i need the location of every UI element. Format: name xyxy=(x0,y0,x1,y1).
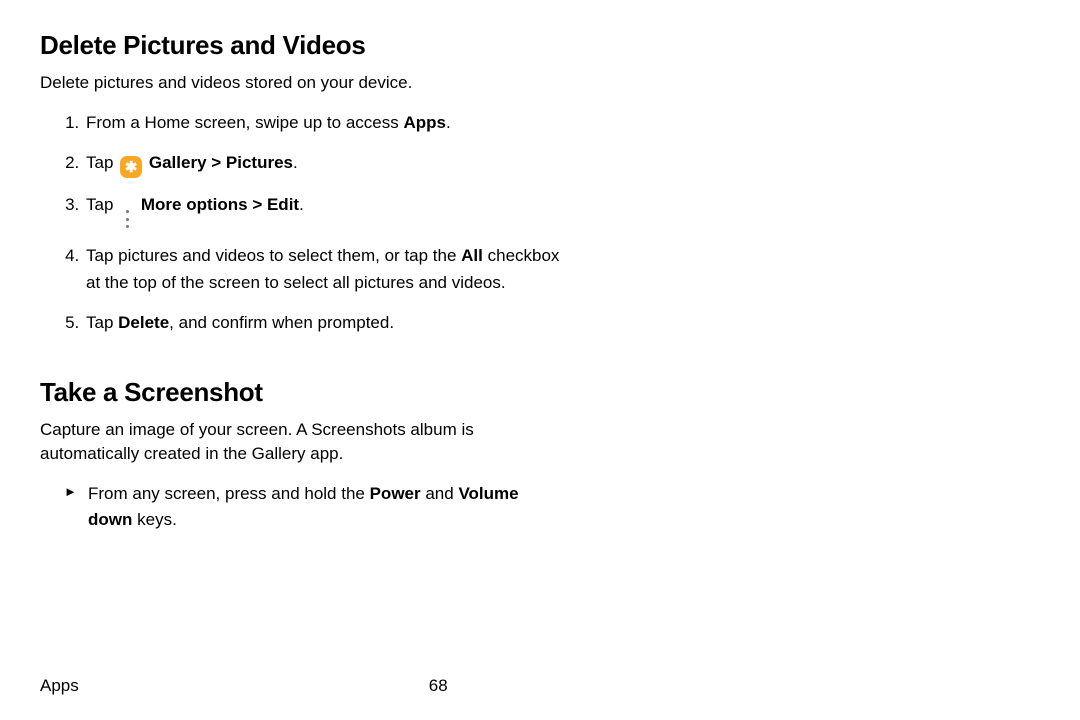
all-label: All xyxy=(461,246,483,265)
apps-label: Apps xyxy=(403,113,446,132)
intro-screenshot: Capture an image of your screen. A Scree… xyxy=(40,418,560,467)
text: . xyxy=(299,195,304,214)
text: . xyxy=(293,153,298,172)
text: From a Home screen, swipe up to access xyxy=(86,113,403,132)
chevron: > xyxy=(248,195,267,214)
page-footer: Apps 68 xyxy=(40,676,560,696)
text: Tap xyxy=(86,153,118,172)
step-2: Tap ✱ Gallery > Pictures. xyxy=(84,150,560,179)
screenshot-step-1: From any screen, press and hold the Powe… xyxy=(64,481,560,534)
edit-label: Edit xyxy=(267,195,299,214)
delete-label: Delete xyxy=(118,313,169,332)
text: . xyxy=(446,113,451,132)
step-1: From a Home screen, swipe up to access A… xyxy=(84,110,560,136)
more-options-icon xyxy=(121,209,133,229)
text: Tap xyxy=(86,313,118,332)
gallery-icon: ✱ xyxy=(120,156,142,178)
text: , and confirm when prompted. xyxy=(169,313,394,332)
heading-delete: Delete Pictures and Videos xyxy=(40,30,560,61)
pictures-label: Pictures xyxy=(226,153,293,172)
text: Tap pictures and videos to select them, … xyxy=(86,246,461,265)
step-4: Tap pictures and videos to select them, … xyxy=(84,243,560,296)
text: Tap xyxy=(86,195,118,214)
step-3: Tap More options > Edit. xyxy=(84,192,560,229)
text: From any screen, press and hold the xyxy=(88,484,370,503)
intro-delete: Delete pictures and videos stored on you… xyxy=(40,71,560,96)
heading-screenshot: Take a Screenshot xyxy=(40,377,560,408)
gallery-label: Gallery xyxy=(149,153,207,172)
delete-steps: From a Home screen, swipe up to access A… xyxy=(40,110,560,337)
chevron: > xyxy=(207,153,226,172)
footer-section: Apps xyxy=(40,676,79,696)
more-options-label: More options xyxy=(141,195,248,214)
screenshot-steps: From any screen, press and hold the Powe… xyxy=(40,481,560,534)
footer-page-number: 68 xyxy=(429,676,448,696)
text: and xyxy=(421,484,459,503)
power-key-label: Power xyxy=(370,484,421,503)
text: keys. xyxy=(132,510,176,529)
manual-page: Delete Pictures and Videos Delete pictur… xyxy=(0,0,600,720)
step-5: Tap Delete, and confirm when prompted. xyxy=(84,310,560,336)
